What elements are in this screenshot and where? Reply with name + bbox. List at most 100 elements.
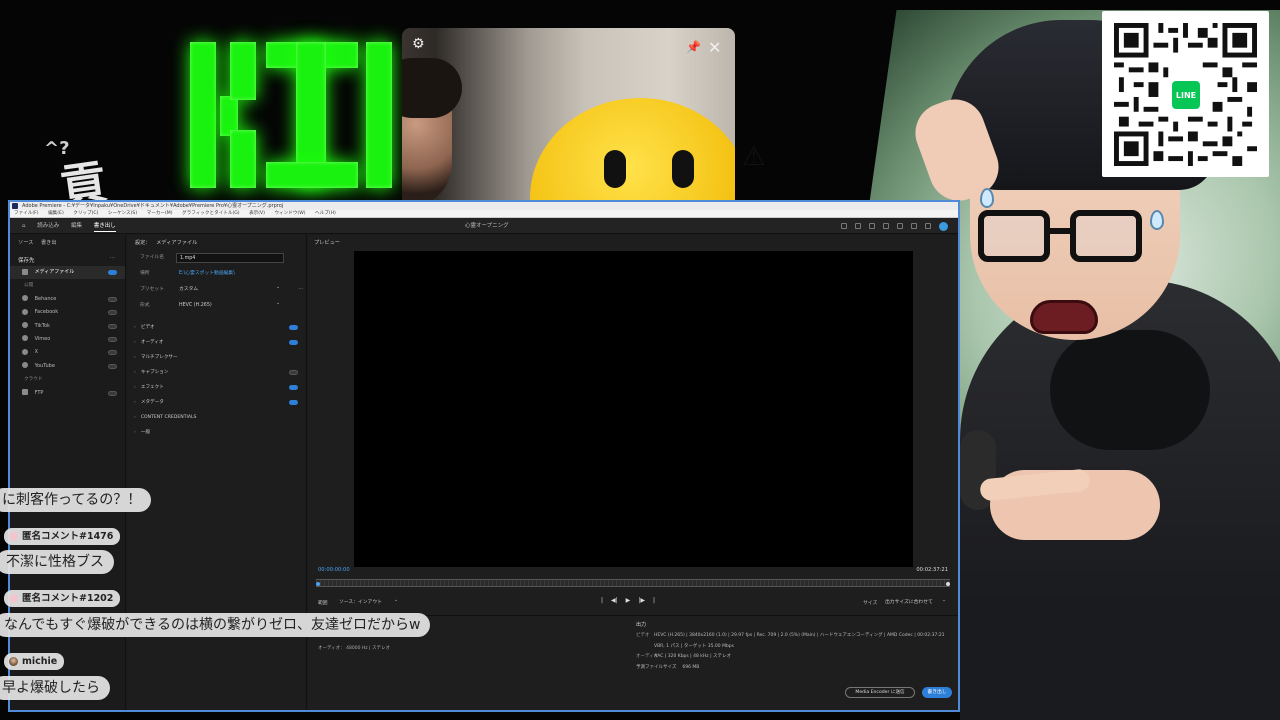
speaker-icon[interactable] xyxy=(897,223,903,229)
scale-dropdown[interactable]: 出力サイズに合わせて xyxy=(882,596,948,607)
chat-message: に刺客作ってるの？！ xyxy=(0,488,152,512)
menu-window[interactable]: ウィンドウ(W) xyxy=(274,211,305,216)
summary-row-audio: オーディオAAC | 320 Kbps | 48 kHz | ステレオ xyxy=(636,652,945,663)
mark-in-button[interactable]: | xyxy=(601,597,603,604)
tab-edit[interactable]: 編集 xyxy=(71,223,82,229)
youtube-icon xyxy=(22,362,28,369)
avatar-glasses-right xyxy=(1070,210,1142,262)
section-label: オーディオ xyxy=(140,340,164,345)
smiley-ball xyxy=(530,98,735,203)
section-captions[interactable]: キャプション xyxy=(127,365,306,380)
metadata-toggle[interactable] xyxy=(289,400,298,405)
section-video[interactable]: ビデオ xyxy=(127,320,306,335)
menu-marker[interactable]: マーカー(M) xyxy=(147,211,173,216)
fullscreen-icon[interactable] xyxy=(925,223,931,229)
video-toggle[interactable] xyxy=(289,325,298,330)
destination-label: Facebook xyxy=(34,309,59,316)
smiley-eye-left xyxy=(604,150,626,188)
scale-label: サイズ xyxy=(863,601,878,606)
file-name-input[interactable]: 1.mp4 xyxy=(176,253,284,263)
section-content-credentials[interactable]: CONTENT CREDENTIALS xyxy=(127,410,306,425)
summary-row-bitrate: VBR, 1 パス | ターゲット 35.00 Mbps xyxy=(636,642,945,653)
destination-facebook[interactable]: Facebook xyxy=(10,306,125,319)
menu-clip[interactable]: クリップ(C) xyxy=(73,211,98,216)
workspace-icon[interactable] xyxy=(841,223,847,229)
destination-youtube[interactable]: YouTube xyxy=(10,360,125,373)
notifications-icon[interactable] xyxy=(911,223,917,229)
warning-icon: ⚠ xyxy=(742,142,766,172)
preset-more-icon[interactable]: ··· xyxy=(298,282,303,298)
section-audio[interactable]: オーディオ xyxy=(127,335,306,350)
out-point-handle[interactable] xyxy=(946,582,950,586)
more-options-icon[interactable]: ··· xyxy=(110,255,115,261)
step-back-button[interactable]: ◀| xyxy=(611,597,618,604)
tab-import[interactable]: 読み込み xyxy=(37,223,59,229)
behance-toggle[interactable] xyxy=(108,296,117,302)
summary-value: VBR, 1 パス | ターゲット 35.00 Mbps xyxy=(654,643,735,649)
preset-dropdown[interactable]: カスタム xyxy=(176,283,284,295)
share-icon[interactable] xyxy=(855,223,861,229)
menu-file[interactable]: ファイル(F) xyxy=(14,211,39,216)
section-label: マルチプレクサー xyxy=(140,355,178,360)
menu-edit[interactable]: 編集(E) xyxy=(48,211,64,216)
destination-vimeo[interactable]: Vimeo xyxy=(10,333,125,346)
media-file-toggle[interactable] xyxy=(108,270,117,275)
x-toggle[interactable] xyxy=(108,350,117,356)
menu-help[interactable]: ヘルプ(H) xyxy=(315,211,336,216)
menu-view[interactable]: 表示(V) xyxy=(249,211,265,216)
avatar-hood-inner xyxy=(1050,330,1210,450)
timecode-current[interactable]: 00:00:00:00 xyxy=(318,567,350,573)
summary-key: 予測ファイルサイズ xyxy=(636,664,677,670)
tiktok-toggle[interactable] xyxy=(108,323,117,329)
captions-toggle[interactable] xyxy=(289,370,298,375)
gear-icon[interactable]: ⚙ xyxy=(412,36,425,52)
destination-behance[interactable]: Behance xyxy=(10,293,125,306)
premiere-app-icon xyxy=(12,203,18,209)
in-point-handle[interactable] xyxy=(316,582,320,586)
mark-out-button[interactable]: | xyxy=(653,597,655,604)
format-dropdown[interactable]: HEVC (H.265) xyxy=(176,299,284,311)
destination-ftp[interactable]: FTP xyxy=(10,387,125,400)
account-avatar[interactable] xyxy=(939,221,948,231)
effects-toggle[interactable] xyxy=(289,385,298,390)
sweat-drop xyxy=(980,188,994,208)
cloud-section[interactable]: クラウド xyxy=(10,373,125,386)
send-to-media-encoder-button[interactable]: Media Encoder に送信 xyxy=(845,687,915,698)
location-link[interactable]: E:\心霊スポット動画編集\ xyxy=(176,269,235,279)
settings-header-target: メディアファイル xyxy=(156,240,198,246)
menu-graphics[interactable]: グラフィックとタイトル(G) xyxy=(182,211,240,216)
destination-tiktok[interactable]: TikTok xyxy=(10,320,125,333)
export-button[interactable]: 書き出し xyxy=(922,687,952,698)
close-icon[interactable]: ✕ xyxy=(708,38,721,57)
range-dropdown[interactable]: ソース：インアウト xyxy=(336,596,400,607)
section-effects[interactable]: エフェクト xyxy=(127,380,306,395)
section-metadata[interactable]: メタデータ xyxy=(127,395,306,410)
chat-author-avatar xyxy=(9,532,18,541)
destination-x[interactable]: X xyxy=(10,346,125,359)
pin-icon[interactable]: 📌 xyxy=(686,40,701,54)
source-value[interactable]: 書き出 xyxy=(41,240,57,246)
streamer-hair xyxy=(402,58,462,118)
tab-export[interactable]: 書き出し xyxy=(93,223,116,232)
line-qr-code[interactable]: LINE xyxy=(1102,11,1269,177)
home-icon[interactable]: ⌂ xyxy=(22,223,26,229)
section-multiplexer[interactable]: マルチプレクサー xyxy=(127,350,306,365)
step-forward-button[interactable]: |▶ xyxy=(638,597,645,604)
ftp-toggle[interactable] xyxy=(108,390,117,396)
destination-media-file[interactable]: メディアファイル xyxy=(10,266,125,280)
audio-toggle[interactable] xyxy=(289,340,298,345)
x-icon xyxy=(22,348,28,355)
menu-sequence[interactable]: シーケンス(S) xyxy=(108,211,137,216)
preview-scrubber[interactable] xyxy=(316,579,950,587)
play-button[interactable]: ▶ xyxy=(626,597,631,604)
section-general[interactable]: 一般 xyxy=(127,425,306,440)
chat-message: なんでもすぐ爆破ができるのは横の繋がりゼロ、友達ゼロだからw xyxy=(0,613,431,637)
panel-icon[interactable] xyxy=(883,223,889,229)
facebook-toggle[interactable] xyxy=(108,310,117,316)
youtube-toggle[interactable] xyxy=(108,363,117,369)
progress-icon[interactable] xyxy=(869,223,875,229)
export-summary: ビデオ HEVC (H.265) | 3840x2160 (1.0) | 29.9… xyxy=(636,631,945,673)
public-section[interactable]: 公開 xyxy=(10,279,125,292)
vimeo-toggle[interactable] xyxy=(108,336,117,342)
location-label: 場所 xyxy=(140,271,150,276)
